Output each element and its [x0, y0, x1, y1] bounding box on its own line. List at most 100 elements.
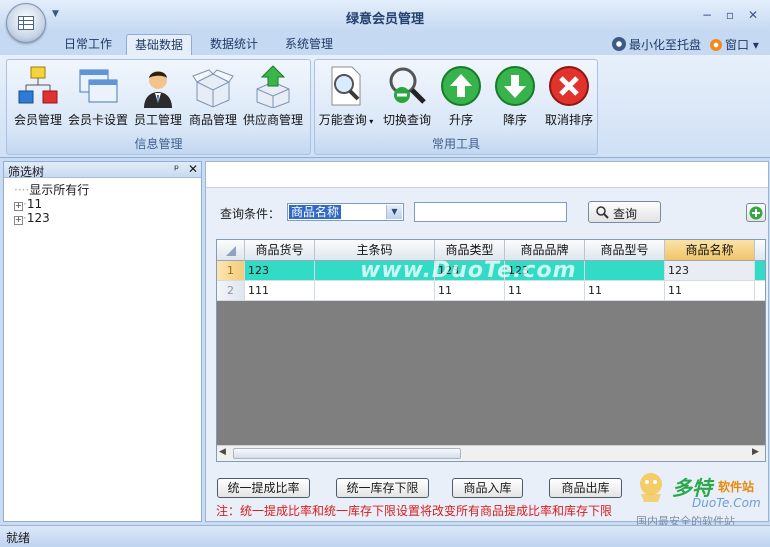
window-title: 绿意会员管理 — [345, 12, 424, 27]
product-management-button[interactable]: 商品管理 — [185, 64, 241, 134]
product-management-label: 商品管理 — [188, 113, 237, 127]
cell[interactable]: 11 — [505, 281, 585, 301]
watermark-sub: 软件站 — [718, 480, 755, 494]
tray-label: 最小化至托盘 — [629, 38, 702, 52]
mascot-icon — [640, 473, 662, 502]
staff-management-button[interactable]: 员工管理 — [130, 64, 186, 134]
cell[interactable]: 11 — [665, 281, 755, 301]
arrow-up-icon — [441, 66, 481, 106]
add-button[interactable] — [746, 203, 766, 222]
tab-daily-work[interactable]: 日常工作 — [56, 34, 120, 55]
column-header-active[interactable]: 商品名称 — [665, 240, 755, 261]
chevron-down-icon[interactable]: ▼ — [386, 205, 402, 219]
cancel-sort-button[interactable]: 取消排序 — [541, 64, 597, 134]
window-menu-button[interactable]: 窗口 ▾ — [710, 36, 759, 53]
panel-top-strip — [206, 162, 768, 188]
app-menu-button[interactable] — [6, 3, 46, 43]
grid-corner[interactable] — [217, 240, 245, 261]
column-header[interactable]: 商品货号 — [245, 240, 315, 261]
cell[interactable]: 123 — [245, 261, 315, 281]
query-input[interactable] — [414, 202, 567, 222]
window-label: 窗口 — [725, 38, 750, 52]
column-header[interactable]: 商品型号 — [585, 240, 665, 261]
member-management-button[interactable]: 会员管理 — [10, 64, 66, 134]
row-number[interactable]: 1 — [217, 261, 245, 281]
panel-title: 筛选树 — [8, 165, 45, 179]
minimize-button[interactable]: − — [698, 8, 716, 22]
org-chart-icon — [18, 66, 58, 104]
pin-icon[interactable]: ᵖ — [174, 162, 179, 176]
selected-field: 商品名称 — [289, 205, 342, 219]
app-menu-icon — [18, 16, 34, 30]
cell[interactable]: 11 — [435, 281, 505, 301]
member-card-settings-button[interactable]: 会员卡设置 — [68, 64, 128, 134]
member-management-label: 会员管理 — [13, 113, 62, 127]
stock-in-button[interactable]: 商品入库 — [452, 478, 523, 498]
tree-item[interactable]: +·123 — [14, 211, 50, 225]
member-card-settings-label: 会员卡设置 — [67, 113, 128, 127]
close-panel-icon[interactable]: ✕ — [188, 162, 198, 176]
window-icon — [710, 39, 722, 51]
cell[interactable]: 11 — [585, 281, 665, 301]
cell[interactable]: 111 — [245, 281, 315, 301]
universal-query-button[interactable]: 万能查询 ▾ — [318, 64, 374, 134]
window-cards-icon — [79, 69, 118, 103]
tab-basic-data[interactable]: 基础数据 — [126, 34, 193, 55]
group-label: 常用工具 — [431, 137, 480, 151]
staff-person-icon — [144, 71, 172, 108]
horizontal-scrollbar[interactable]: ◀ ▶ — [217, 445, 765, 461]
document-magnifier-icon — [331, 66, 361, 106]
tab-system[interactable]: 系统管理 — [277, 34, 341, 55]
cell[interactable] — [585, 261, 665, 281]
cell-filler — [755, 281, 765, 301]
box-icon — [192, 69, 234, 108]
scroll-right-icon[interactable]: ▶ — [752, 447, 759, 457]
maximize-button[interactable]: ▫ — [721, 8, 739, 22]
plus-icon — [749, 206, 763, 220]
group-label: 信息管理 — [134, 137, 183, 151]
watermark-text: www.DuoTe.com — [360, 258, 577, 283]
search-icon — [596, 206, 609, 219]
minimize-to-tray-button[interactable]: 最小化至托盘 — [612, 36, 701, 53]
tree-item[interactable]: +·11 — [14, 197, 42, 211]
warning-note: 注：统一提成比率和统一库存下限设置将改变所有商品提成比率和库存下限 — [216, 504, 613, 518]
box-upload-icon — [256, 65, 290, 108]
cell[interactable] — [315, 281, 435, 301]
arrow-down-icon — [495, 66, 535, 106]
sort-descending-button[interactable]: 降序 — [487, 64, 543, 134]
cell-filler — [755, 261, 765, 281]
tab-statistics[interactable]: 数据统计 — [202, 34, 266, 55]
query-condition-label: 查询条件： — [220, 207, 281, 221]
status-text: 就绪 — [6, 531, 31, 545]
duote-watermark-logo: 多特 软件站 DuoTe.Com 国内最安全的软件站 — [634, 470, 766, 528]
scrollbar-thumb[interactable] — [233, 448, 461, 459]
supplier-management-label: 供应商管理 — [242, 113, 303, 127]
cell-focused[interactable]: 123 — [665, 261, 755, 281]
stock-out-button[interactable]: 商品出库 — [549, 478, 622, 498]
row-number[interactable]: 2 — [217, 281, 245, 301]
expand-icon[interactable]: + — [14, 216, 23, 225]
watermark-url: DuoTe.Com — [692, 496, 761, 510]
unified-commission-button[interactable]: 统一提成比率 — [217, 478, 310, 498]
query-button-label: 查询 — [613, 207, 638, 221]
universal-query-label: 万能查询 ▾ — [318, 113, 374, 127]
filter-tree-panel: 筛选树 ᵖ ✕ ····显示所有行 +·11 +·123 — [3, 161, 202, 522]
query-field-select[interactable]: 商品名称 ▼ — [287, 203, 404, 221]
sort-ascending-button[interactable]: 升序 — [433, 64, 489, 134]
red-x-icon — [549, 66, 589, 106]
panel-header: 筛选树 ᵖ ✕ — [4, 162, 201, 179]
status-bar — [0, 525, 770, 547]
unified-stock-limit-button[interactable]: 统一库存下限 — [336, 478, 429, 498]
query-button[interactable]: 查询 — [588, 201, 661, 223]
supplier-management-button[interactable]: 供应商管理 — [243, 64, 303, 134]
select-all-icon — [225, 246, 236, 256]
magnifier-minus-icon — [389, 67, 426, 104]
close-button[interactable]: ✕ — [744, 8, 762, 22]
tree-item-show-all[interactable]: ····显示所有行 — [14, 181, 89, 197]
column-header-filler — [755, 240, 765, 261]
scroll-left-icon[interactable]: ◀ — [219, 447, 226, 457]
switch-query-button[interactable]: 切换查询 — [379, 64, 435, 134]
cancel-sort-label: 取消排序 — [544, 113, 593, 127]
tray-icon — [612, 37, 626, 51]
expand-icon[interactable]: + — [14, 202, 23, 211]
